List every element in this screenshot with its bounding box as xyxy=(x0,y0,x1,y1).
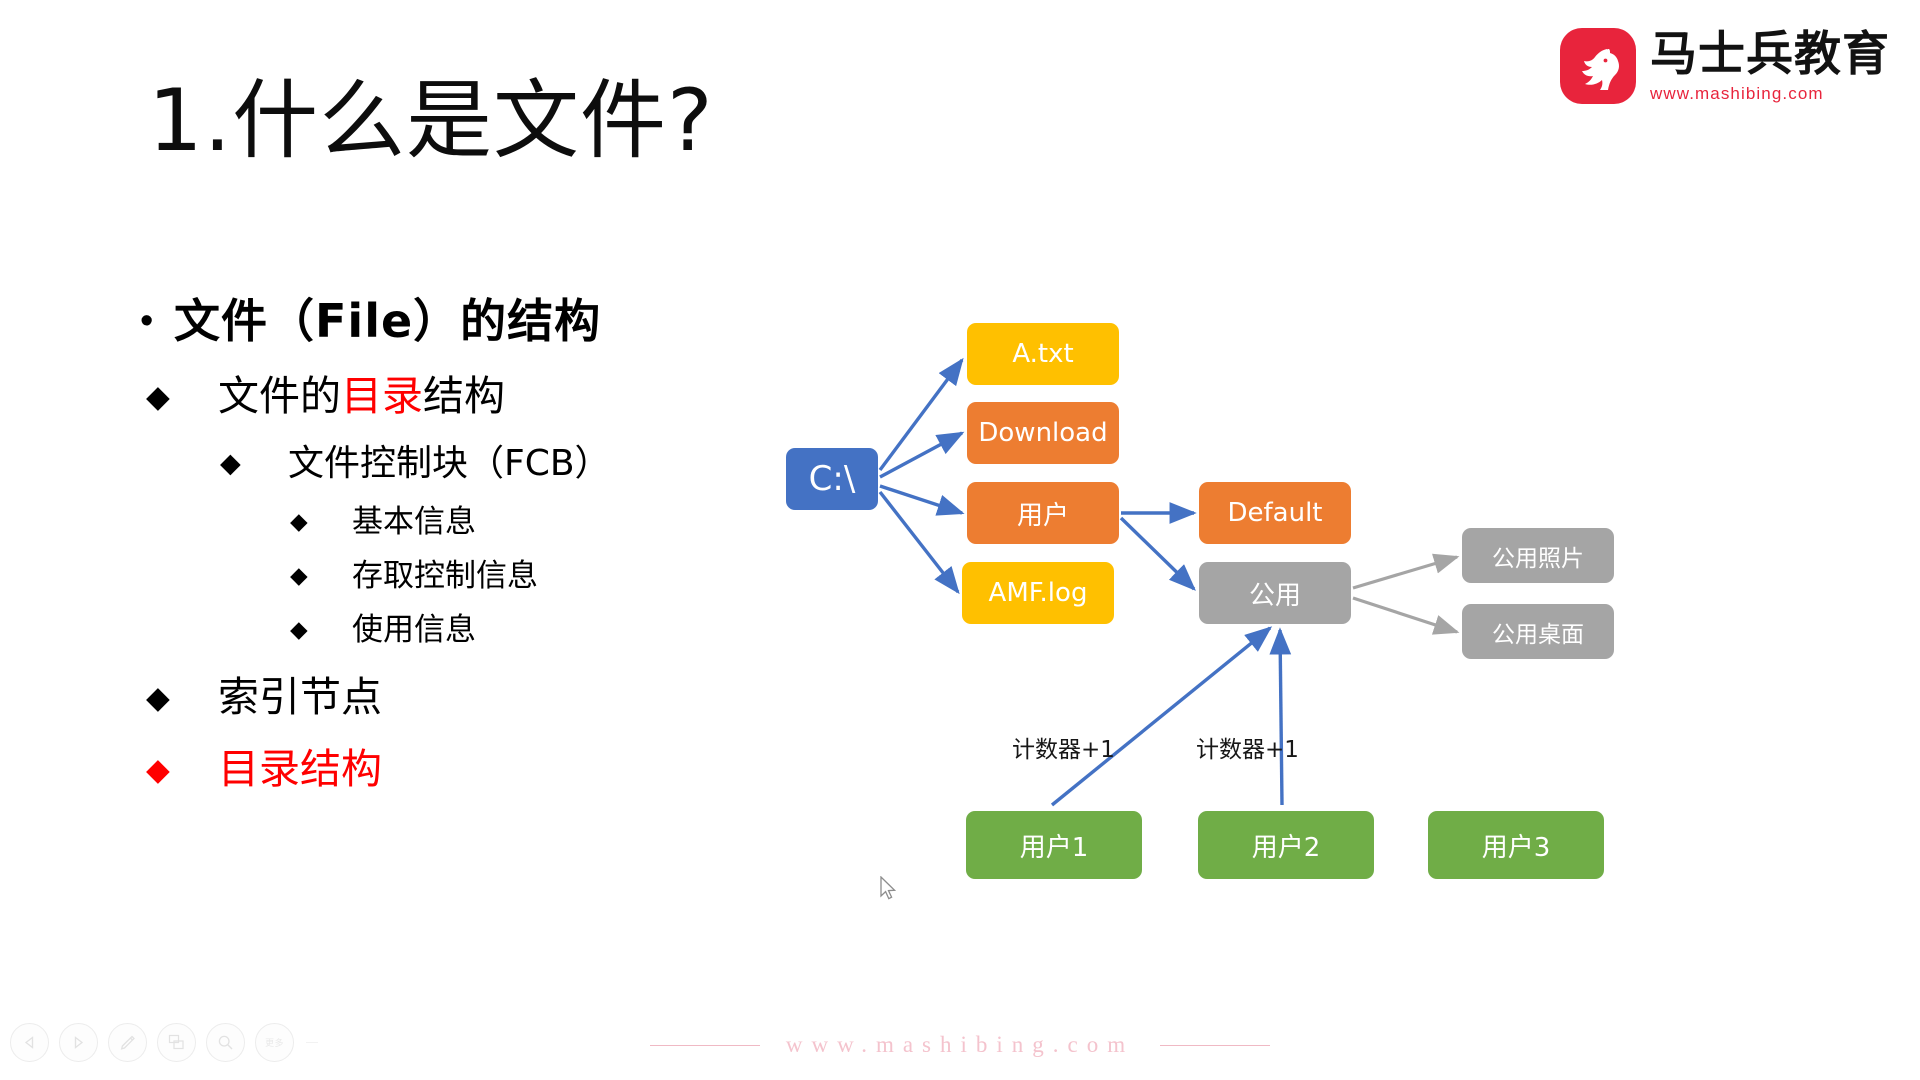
edges-yonghu xyxy=(1119,502,1197,591)
outline-item-fcb: ◆ 文件控制块（FCB） xyxy=(140,434,860,486)
bullet-diamond-icon: ◆ xyxy=(220,448,241,478)
bullet-diamond-icon: ◆ xyxy=(290,616,308,642)
outline-item-basic-info: ◆ 基本信息 xyxy=(140,496,860,541)
triangle-left-icon xyxy=(24,1036,34,1049)
outline-item-label: 文件的目录结构 xyxy=(218,362,505,422)
brand-logo: 马士兵教育 www.mashibing.com xyxy=(1560,28,1890,104)
diagram-node-amf-log: AMF.log xyxy=(962,562,1114,624)
outline-item-access-control-info: ◆ 存取控制信息 xyxy=(140,550,860,595)
page-title: 1.什么是文件? xyxy=(148,71,714,171)
diagram-node-a-txt: A.txt xyxy=(967,323,1119,385)
prev-slide-button[interactable] xyxy=(10,1023,49,1062)
toolbar-tail-line xyxy=(306,1042,318,1043)
next-slide-button[interactable] xyxy=(59,1023,98,1062)
logo-url: www.mashibing.com xyxy=(1650,83,1824,103)
magnifier-icon xyxy=(218,1035,233,1050)
outline-item-label: 文件控制块（FCB） xyxy=(288,443,611,484)
bullet-diamond-icon: ◆ xyxy=(146,680,170,715)
more-button-label: 更多 xyxy=(265,1038,284,1048)
diagram-node-gongyong: 公用 xyxy=(1199,562,1351,624)
logo-brand-name: 马士兵教育 xyxy=(1650,26,1890,82)
outline-item-directory-structure-highlight: ◆ 目录结构 xyxy=(140,735,860,795)
outline-item-label: 索引节点 xyxy=(218,673,382,721)
diagram-node-user2: 用户2 xyxy=(1198,811,1374,879)
outline-item-index-node: ◆ 索引节点 xyxy=(140,663,860,723)
bullet-dot-icon: • xyxy=(140,300,154,342)
edge-label-counter-2: 计数器+1 xyxy=(1196,737,1299,763)
bullet-diamond-icon: ◆ xyxy=(146,379,170,414)
edges-counter xyxy=(1050,626,1292,807)
triangle-right-icon xyxy=(74,1036,84,1049)
footer-divider-right xyxy=(1160,1044,1271,1046)
mouse-cursor xyxy=(880,875,900,904)
edges-root xyxy=(878,357,965,595)
outline-item-label: 存取控制信息 xyxy=(352,558,538,594)
outline-text-highlight: 目录 xyxy=(341,372,423,420)
bullet-diamond-icon: ◆ xyxy=(290,562,308,588)
more-button[interactable]: 更多 xyxy=(255,1023,294,1062)
zoom-button[interactable] xyxy=(206,1023,245,1062)
diagram-node-default: Default xyxy=(1199,482,1351,544)
outline-item-label: 基本信息 xyxy=(352,504,476,540)
outline-text-after: 结构 xyxy=(423,372,505,420)
diagram-node-user3: 用户3 xyxy=(1428,811,1604,879)
footer-divider-left xyxy=(649,1044,760,1046)
outline-item-directory-structure: ◆ 文件的目录结构 xyxy=(140,362,860,422)
outline-item-usage-info: ◆ 使用信息 xyxy=(140,604,860,649)
outline-item-label: 目录结构 xyxy=(218,745,382,793)
outline-item-label: 文件（File）的结构 xyxy=(174,294,602,348)
horse-head-icon xyxy=(1560,28,1636,104)
edges-shared xyxy=(1352,553,1460,635)
pen-icon xyxy=(120,1035,135,1050)
diagram-node-public-desktop: 公用桌面 xyxy=(1462,604,1614,659)
slides-icon xyxy=(168,1034,184,1050)
pen-tool-button[interactable] xyxy=(108,1023,147,1062)
player-toolbar[interactable]: 更多 xyxy=(10,1023,318,1062)
diagram-node-user1: 用户1 xyxy=(966,811,1142,879)
outline-list: • 文件（File）的结构 ◆ 文件的目录结构 ◆ 文件控制块（FCB） ◆ 基… xyxy=(140,285,860,807)
diagram-node-download: Download xyxy=(967,402,1119,464)
bullet-diamond-icon: ◆ xyxy=(290,508,308,534)
footer-url: www.mashibing.com xyxy=(785,1032,1135,1057)
diagram-node-public-photos: 公用照片 xyxy=(1462,528,1614,583)
edge-label-counter-1: 计数器+1 xyxy=(1012,737,1115,763)
slides-panel-button[interactable] xyxy=(157,1023,196,1062)
outline-item-structure: • 文件（File）的结构 xyxy=(140,285,860,351)
bullet-diamond-icon: ◆ xyxy=(146,752,170,787)
outline-item-label: 使用信息 xyxy=(352,612,476,648)
diagram-node-yonghu: 用户 xyxy=(967,482,1119,544)
outline-text-before: 文件的 xyxy=(218,372,341,420)
